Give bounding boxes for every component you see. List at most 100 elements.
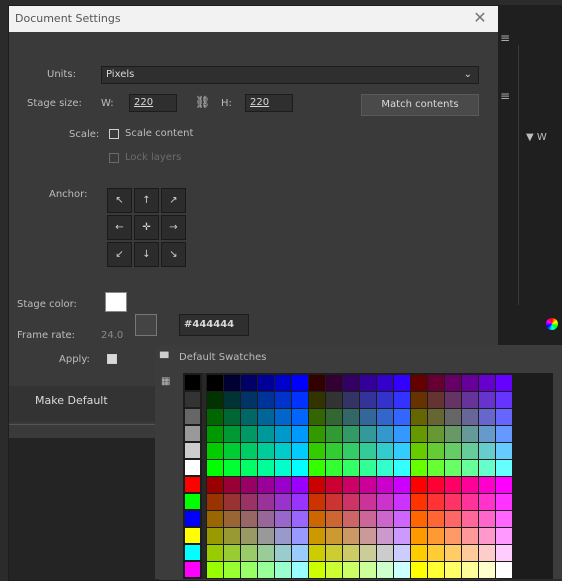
hamburger-icon[interactable]: ≡ (500, 31, 510, 45)
swatch[interactable] (496, 426, 512, 442)
swatch[interactable] (445, 477, 461, 493)
swatch[interactable] (496, 443, 512, 459)
swatch[interactable] (496, 545, 512, 561)
swatch[interactable] (428, 562, 444, 578)
swatch[interactable] (360, 409, 376, 425)
swatch[interactable] (428, 443, 444, 459)
swatch[interactable] (360, 392, 376, 408)
swatch[interactable] (326, 477, 342, 493)
swatch[interactable] (326, 494, 342, 510)
swatch[interactable] (258, 494, 274, 510)
swatch[interactable] (241, 562, 257, 578)
swatch[interactable] (445, 426, 461, 442)
swatch[interactable] (479, 460, 495, 476)
swatch[interactable] (377, 392, 393, 408)
swatch[interactable] (343, 545, 359, 561)
swatch[interactable] (411, 426, 427, 442)
swatch[interactable] (360, 477, 376, 493)
swatch[interactable] (496, 494, 512, 510)
swatch[interactable] (326, 460, 342, 476)
swatch[interactable] (241, 443, 257, 459)
swatch[interactable] (411, 443, 427, 459)
anchor-bottom-right[interactable]: ↘ (161, 242, 186, 267)
swatch[interactable] (326, 443, 342, 459)
swatch[interactable] (428, 392, 444, 408)
swatch[interactable] (377, 494, 393, 510)
swatch[interactable] (377, 375, 393, 391)
swatch[interactable] (343, 443, 359, 459)
swatch[interactable] (224, 443, 240, 459)
swatch[interactable] (428, 494, 444, 510)
swatch[interactable] (343, 528, 359, 544)
swatch[interactable] (360, 494, 376, 510)
swatch[interactable] (462, 562, 478, 578)
grid-view-icon[interactable]: ▦ (161, 376, 170, 387)
swatch[interactable] (496, 409, 512, 425)
swatch[interactable] (275, 460, 291, 476)
panel-options-icon[interactable]: ≡ (500, 89, 510, 103)
swatch[interactable] (241, 460, 257, 476)
swatch[interactable] (326, 409, 342, 425)
swatch[interactable] (411, 511, 427, 527)
swatch[interactable] (496, 562, 512, 578)
swatch[interactable] (207, 494, 223, 510)
swatch[interactable] (394, 477, 410, 493)
frame-rate-value[interactable]: 24.0 (101, 330, 123, 341)
swatch[interactable] (360, 426, 376, 442)
scale-content-checkbox[interactable] (109, 129, 119, 139)
swatch[interactable] (185, 460, 200, 475)
anchor-top-left[interactable]: ↖ (107, 188, 132, 213)
swatch[interactable] (343, 409, 359, 425)
swatch[interactable] (309, 375, 325, 391)
swatch[interactable] (428, 375, 444, 391)
swatch[interactable] (185, 375, 200, 390)
swatch[interactable] (479, 545, 495, 561)
swatch[interactable] (292, 375, 308, 391)
swatch[interactable] (258, 375, 274, 391)
swatch[interactable] (394, 392, 410, 408)
swatch[interactable] (185, 511, 200, 526)
swatch[interactable] (360, 460, 376, 476)
anchor-bottom-left[interactable]: ↙ (107, 242, 132, 267)
swatch[interactable] (207, 511, 223, 527)
swatch[interactable] (377, 545, 393, 561)
swatch[interactable] (309, 528, 325, 544)
swatch[interactable] (479, 528, 495, 544)
swatch[interactable] (185, 528, 200, 543)
swatch[interactable] (241, 375, 257, 391)
swatch[interactable] (224, 477, 240, 493)
swatch[interactable] (258, 511, 274, 527)
swatch[interactable] (445, 562, 461, 578)
swatch[interactable] (207, 562, 223, 578)
swatch[interactable] (224, 545, 240, 561)
swatch[interactable] (343, 511, 359, 527)
width-input[interactable]: 220 (129, 94, 177, 112)
current-color-swatch[interactable] (135, 314, 157, 336)
swatch[interactable] (411, 545, 427, 561)
swatch[interactable] (185, 443, 200, 458)
swatch[interactable] (496, 392, 512, 408)
swatch[interactable] (411, 392, 427, 408)
swatch[interactable] (377, 477, 393, 493)
anchor-top[interactable]: ↑ (134, 188, 159, 213)
swatch[interactable] (462, 443, 478, 459)
swatch[interactable] (275, 409, 291, 425)
swatch[interactable] (224, 494, 240, 510)
swatch[interactable] (275, 426, 291, 442)
close-icon[interactable]: ✕ (471, 9, 489, 27)
swatch[interactable] (224, 392, 240, 408)
swatch[interactable] (241, 528, 257, 544)
swatch[interactable] (326, 528, 342, 544)
panel-tab-label[interactable]: ▼ W (526, 132, 547, 143)
swatch[interactable] (326, 562, 342, 578)
swatch[interactable] (360, 443, 376, 459)
swatch[interactable] (496, 375, 512, 391)
swatch[interactable] (292, 528, 308, 544)
lock-layers-checkbox[interactable] (109, 153, 119, 163)
swatch[interactable] (309, 460, 325, 476)
swatch[interactable] (185, 477, 200, 492)
swatch[interactable] (411, 409, 427, 425)
stage-color-swatch[interactable] (105, 292, 127, 312)
swatch[interactable] (360, 562, 376, 578)
swatch[interactable] (292, 494, 308, 510)
